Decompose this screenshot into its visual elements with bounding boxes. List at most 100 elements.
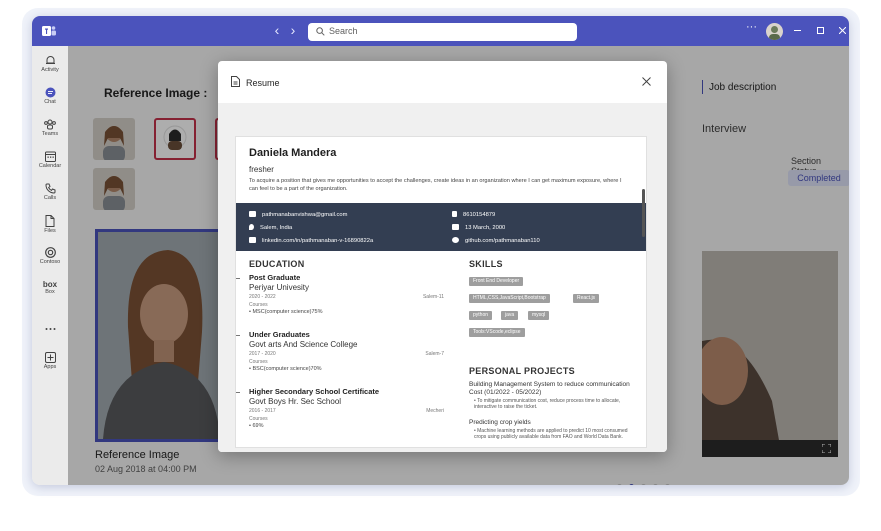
contact-location: Salem, India [249,224,292,231]
skill-chip: python [469,311,493,320]
more-options-icon[interactable]: ··· [746,21,757,33]
rail-label: Box [45,289,55,295]
education-item: Higher Secondary School Certificate Govt… [249,387,444,429]
resume-document[interactable]: Daniela Mandera fresher To acquire a pos… [235,136,647,448]
box-logo-icon: box [42,280,58,289]
rail-item-files[interactable]: Files [32,212,68,244]
contact-bar: pathmanabanvishwa@gmail.com 8610154879 S… [236,203,646,251]
institution: Govt arts And Science College [249,340,358,349]
skill-chip: Front End Developer [469,277,524,286]
timeline-marker [236,392,240,393]
project-title: Predicting crop yields [469,419,531,426]
contact-email: pathmanabanvishwa@gmail.com [249,211,347,218]
bell-icon [45,56,55,64]
skill-chip: java [501,311,519,320]
degree: Higher Secondary School Certificate [249,387,380,396]
resume-name: Daniela Mandera [249,147,337,159]
phone-icon [452,211,457,217]
maximize-icon[interactable] [817,27,824,34]
course-mark: • 69% [249,423,264,429]
file-icon [45,215,55,227]
rail-item-activity[interactable]: Activity [32,52,68,84]
search-input[interactable]: Search [308,23,577,41]
contact-phone-text: 8610154879 [463,212,496,218]
location: Salem-11 [422,294,444,300]
project-description: • Machine learning methods are applied t… [474,428,628,440]
institution: Govt Boys Hr. Sec School [249,397,342,406]
rail-label: Apps [43,364,57,370]
search-placeholder: Search [329,26,358,36]
rail-item-calendar[interactable]: Calendar [32,148,68,180]
institution: Periyar Univesity [249,283,310,292]
rail-item-box[interactable]: box Box [32,276,68,308]
search-icon [316,27,325,36]
rail-item-contoso[interactable]: Contoso [32,244,68,276]
forward-arrow-icon[interactable]: › [286,22,300,38]
location: Salem-7 [425,351,444,357]
resume-dialog: Resume Daniela Mandera fresher To acquir… [218,61,667,452]
more-icon [45,328,55,330]
phone-icon [44,183,55,194]
years-text: 2020 - 2022 [249,294,276,300]
app-rail: Activity Chat Teams Calendar Calls Files… [32,46,68,485]
contoso-icon [44,247,56,258]
calendar-icon [44,151,56,162]
rail-item-teams[interactable]: Teams [32,116,68,148]
document-icon [231,76,240,87]
contact-linkedin-text: linkedin.com/in/pathmanaban-v-16890822a [262,238,374,244]
years: 2017 - 2020 Salem-7 [249,351,444,357]
close-icon[interactable] [839,27,846,34]
rail-item-chat[interactable]: Chat [32,84,68,116]
dialog-close-icon[interactable] [642,77,651,86]
rail-label: Files [44,228,56,234]
contact-linkedin[interactable]: linkedin.com/in/pathmanaban-v-16890822a [249,237,373,244]
user-avatar[interactable] [766,23,783,40]
location-icon [249,224,254,230]
years: 2020 - 2022 Salem-11 [249,294,444,300]
rail-more-apps[interactable] [32,324,68,336]
years-text: 2017 - 2020 [249,351,276,357]
resume-objective: To acquire a position that gives me oppo… [249,178,622,192]
education-item: Under Graduates Govt arts And Science Co… [249,330,444,372]
rail-label: Calls [43,195,57,201]
linkedin-icon [249,237,256,243]
email-icon [249,211,256,217]
skill-chip: HTML,CSS,JavaScript,Bootstrap [469,294,550,303]
project-description-text: To mitigate communication cost, reduce p… [474,398,621,410]
skill-chip: Tools:VScode,eclipse [469,328,525,337]
course-mark-text: 69% [252,423,264,429]
education-item: Post Graduate Periyar Univesity 2020 - 2… [249,273,444,315]
skill-chip: mysql [528,311,550,320]
rail-item-apps[interactable]: Apps [32,349,68,381]
github-icon [452,237,459,243]
location: Mecheri [426,408,444,414]
skills-heading: SKILLS [469,259,503,269]
contact-github[interactable]: github.com/pathmanaban110 [452,237,540,244]
rail-label: Chat [44,99,56,105]
rail-label: Calendar [38,163,62,169]
resume-role: fresher [249,165,274,174]
project-description: • To mitigate communication cost, reduce… [474,398,621,410]
contact-dob-text: 13 March, 2000 [465,225,506,231]
minimize-icon[interactable] [794,30,801,32]
title-bar: ‹ › Search ··· [32,16,849,46]
back-arrow-icon[interactable]: ‹ [270,22,284,38]
add-apps-icon [44,352,56,363]
projects-heading: PERSONAL PROJECTS [469,366,575,376]
degree: Under Graduates [249,330,310,339]
contact-location-text: Salem, India [260,225,293,231]
contact-github-text: github.com/pathmanaban110 [465,238,540,244]
course-mark: • BSC(computer science)70% [249,366,322,372]
years-text: 2016 - 2017 [249,408,276,414]
teams-icon [44,119,56,130]
courses-label: Courses [249,416,268,422]
dialog-body[interactable]: Daniela Mandera fresher To acquire a pos… [218,103,667,452]
education-heading: EDUCATION [249,259,305,269]
skill-chip: React.js [573,294,600,303]
chat-icon [45,87,55,98]
rail-label: Teams [41,131,59,137]
years: 2016 - 2017 Mecheri [249,408,444,414]
teams-logo-icon [42,26,56,36]
rail-item-calls[interactable]: Calls [32,180,68,212]
resume-scrollbar[interactable] [642,189,645,237]
